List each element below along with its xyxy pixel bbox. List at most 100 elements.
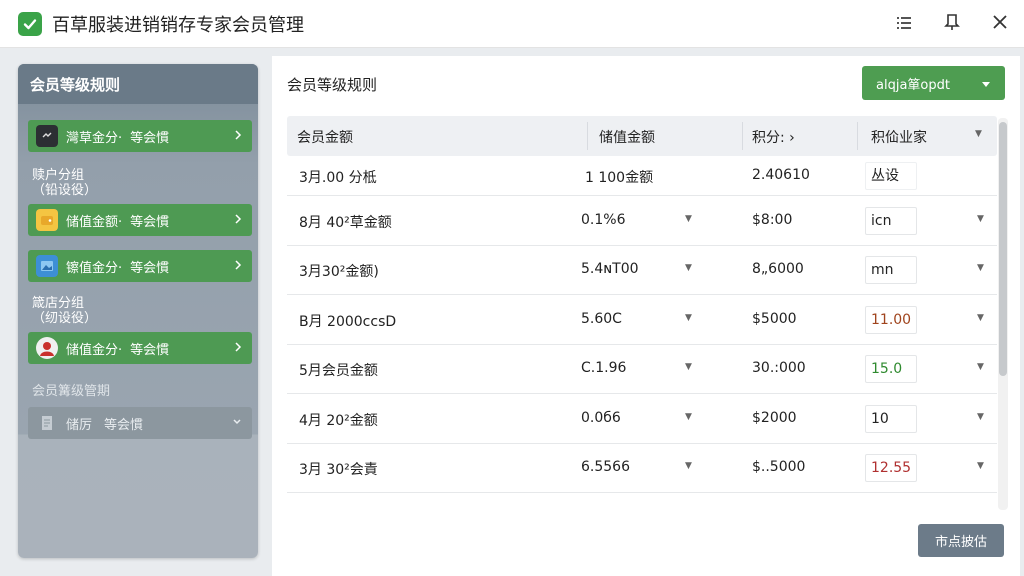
caret-down-icon[interactable]: ▼ (685, 362, 692, 372)
sidebar-header: 会员等级规则 (18, 64, 258, 104)
wallet-icon (36, 209, 58, 231)
stored-value-cell: 6.5566 (581, 459, 630, 476)
sidebar-item-label: 储厉 (66, 417, 93, 433)
sidebar-item-sub: 等会慣 (130, 260, 170, 276)
sidebar-item-1[interactable]: 灣草金分· 等会慣 (28, 120, 252, 152)
points-cell: 8„6000 (752, 261, 804, 278)
action-dropdown-button[interactable]: alqja箪opdt (862, 66, 1005, 100)
pin-button[interactable] (928, 0, 976, 48)
caret-down-icon (981, 78, 991, 93)
sidebar-footer-title: 会员篝级管期 (32, 384, 111, 399)
caret-down-icon[interactable]: ▼ (977, 412, 984, 422)
chevron-right-icon (234, 258, 242, 276)
member-amount-cell: 3月.00 分柢 (299, 170, 377, 186)
chevron-down-icon (232, 415, 242, 433)
stored-value-cell: 5.60C (581, 310, 622, 327)
value-input[interactable]: mn (865, 256, 917, 285)
member-amount-cell: 4月 20²金额 (299, 412, 378, 429)
sidebar-item-label: 储值金分· (66, 342, 123, 358)
window-title: 百草服装进销销存专家会员管理 (52, 14, 304, 36)
member-level-table: 会员金额 储值金额 积分: › 积佡业家 ▼ 3月.00 分柢 1 100金额 2.… (287, 116, 997, 493)
value-input[interactable]: 10 (865, 404, 917, 433)
caret-down-icon[interactable]: ▼ (977, 214, 984, 224)
table-row[interactable]: 3月 30²会責 6.5566 $..5000 12.55 ▼ ▼ (287, 444, 997, 493)
value-input[interactable]: 11.00 (865, 305, 917, 334)
caret-down-icon[interactable]: ▼ (977, 461, 984, 471)
table-header: 会员金额 储值金额 积分: › 积佡业家 ▼ (287, 116, 997, 156)
value-input[interactable]: 12.55 (865, 454, 917, 483)
value-input[interactable]: 15.0 (865, 355, 917, 384)
sidebar-item-sub: 等会慣 (130, 130, 170, 146)
app-logo-check-icon (18, 11, 42, 36)
caret-down-icon[interactable]: ▼ (975, 129, 982, 139)
table-row[interactable]: 3月.00 分柢 1 100金额 2.40610 丛设 (287, 156, 997, 196)
stored-value-cell: 0.0б6 (581, 409, 621, 426)
sidebar-group-title: 箴店分组 （纫设役） (32, 296, 98, 326)
export-button[interactable]: 市点披估 (918, 524, 1004, 557)
sidebar-item-2[interactable]: 储值金额· 等会慣 (28, 204, 252, 236)
caret-down-icon[interactable]: ▼ (685, 214, 692, 224)
sidebar-group-title: 赎户分组 （铅设役） (32, 168, 98, 198)
close-icon (992, 14, 1008, 34)
table-row[interactable]: B月 2000ccsD 5.60C $5000 11.00 ▼ ▼ (287, 295, 997, 345)
sidebar-item-sub: 等会慣 (130, 342, 170, 358)
stored-value-cell: 0.1%6 (581, 211, 626, 228)
column-header[interactable]: 积分: › (752, 127, 795, 147)
sidebar-item-4[interactable]: 储值金分· 等会慣 (28, 332, 252, 364)
member-amount-cell: 3月 30²会責 (299, 462, 378, 479)
member-amount-cell: 5月会员金额 (299, 363, 378, 380)
sidebar-item-label: 储值金额· (66, 214, 123, 230)
pin-icon (944, 13, 960, 35)
image-icon (36, 255, 58, 277)
sidebar-item-sub: 等会慣 (130, 214, 170, 230)
scrollbar-thumb[interactable] (999, 122, 1007, 376)
value-input[interactable]: 丛设 (865, 162, 917, 190)
caret-down-icon[interactable]: ▼ (977, 313, 984, 323)
column-header[interactable]: 积佡业家 (871, 127, 927, 147)
chevron-right-icon (234, 212, 242, 230)
member-amount-cell: 3月30²金额) (299, 264, 379, 281)
caret-down-icon[interactable]: ▼ (685, 461, 692, 471)
caret-down-icon[interactable]: ▼ (977, 362, 984, 372)
sidebar-item-3[interactable]: 镲值金分· 等会慣 (28, 250, 252, 282)
points-cell: $8:00 (752, 211, 793, 228)
menu-button[interactable] (880, 0, 928, 48)
stored-value-cell: 5.4ɴT00 (581, 261, 639, 278)
column-header[interactable]: 储值金额 (599, 127, 655, 147)
avatar-icon (36, 337, 58, 359)
page-title: 会员等级规则 (287, 76, 378, 94)
column-header[interactable]: 会员金额 (297, 127, 353, 147)
caret-down-icon[interactable]: ▼ (977, 263, 984, 273)
value-input[interactable]: icn (865, 206, 917, 235)
title-bar: 百草服装进销销存专家会员管理 (0, 0, 1024, 48)
sidebar-item-sub: 等会慣 (104, 417, 144, 433)
points-cell: 2.40610 (752, 167, 810, 183)
main-panel: 会员等级规则 alqja箪opdt 会员金额 储值金额 积分: › 积佡业家 ▼… (272, 56, 1020, 576)
table-row[interactable]: 8月 40²草金额 0.1%6 $8:00 icn ▼ ▼ (287, 196, 997, 246)
member-amount-cell: B月 2000ccsD (299, 313, 397, 330)
table-row[interactable]: 5月会员金额 C.1.96 30.:000 15.0 ▼ ▼ (287, 345, 997, 394)
caret-down-icon[interactable]: ▼ (685, 313, 692, 323)
close-button[interactable] (976, 0, 1024, 48)
gear-icon (36, 125, 58, 147)
caret-down-icon[interactable]: ▼ (685, 263, 692, 273)
menu-icon (896, 15, 912, 34)
sidebar-item-label: 镲值金分· (66, 260, 123, 276)
points-cell: 30.:000 (752, 360, 806, 377)
sidebar-item-label: 灣草金分· (66, 130, 123, 146)
member-amount-cell: 8月 40²草金额 (299, 214, 392, 231)
stored-value-cell: C.1.96 (581, 360, 627, 377)
chevron-right-icon (234, 340, 242, 358)
chevron-right-icon (234, 128, 242, 146)
vertical-scrollbar[interactable] (998, 118, 1008, 510)
table-row[interactable]: 4月 20²金额 0.0б6 $2000 10 ▼ ▼ (287, 394, 997, 444)
points-cell: $..5000 (752, 459, 806, 476)
sidebar-item-5[interactable]: 储厉 等会慣 (28, 407, 252, 439)
document-icon (36, 412, 58, 434)
stored-value-cell: 1 100金额 (585, 170, 654, 186)
caret-down-icon[interactable]: ▼ (685, 412, 692, 422)
points-cell: $2000 (752, 409, 797, 426)
points-cell: $5000 (752, 310, 797, 327)
action-button-label: alqja箪opdt (876, 77, 950, 93)
table-row[interactable]: 3月30²金额) 5.4ɴT00 8„6000 mn ▼ ▼ (287, 246, 997, 295)
